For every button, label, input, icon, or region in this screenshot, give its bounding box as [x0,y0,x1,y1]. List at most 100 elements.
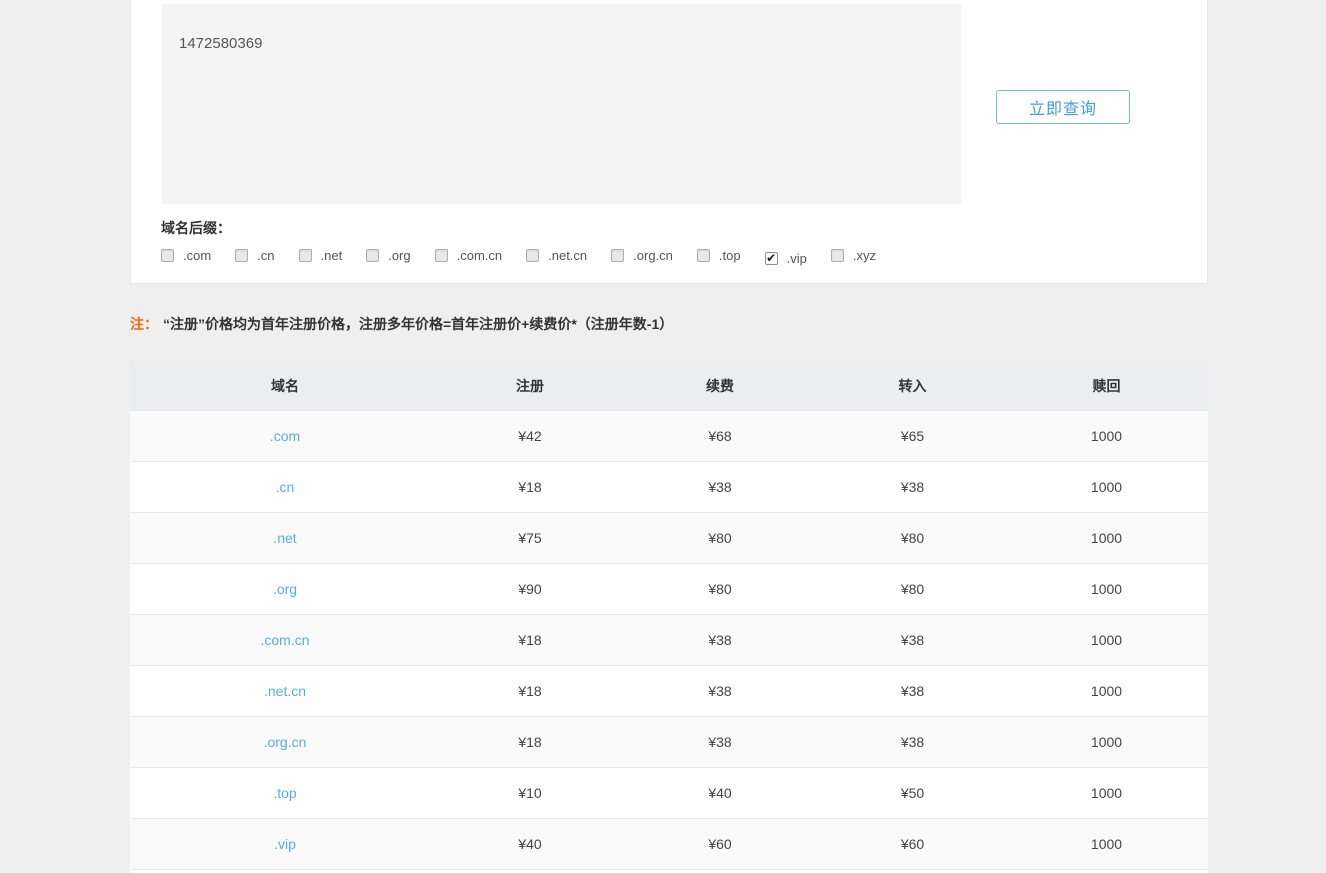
table-row: .com¥42¥68¥651000 [130,411,1208,462]
redeem-price: 1000 [1005,581,1208,597]
page: { "query_panel": { "textarea_value": "14… [0,0,1326,873]
redeem-price: 1000 [1005,428,1208,444]
domain-link[interactable]: .org.cn [130,734,440,750]
domain-link[interactable]: .top [130,785,440,801]
column-header: 转入 [820,376,1005,396]
suffix-checkbox-label: .vip [787,251,807,266]
suffix-checkbox-label: .top [719,248,741,263]
suffix-checkbox-label: .net [321,248,343,263]
table-row: .net.cn¥18¥38¥381000 [130,666,1208,717]
transfer-price: ¥60 [820,836,1005,852]
suffix-checkbox-top[interactable]: .top [697,248,741,263]
suffix-checkbox-vip[interactable]: ✔ .vip [765,251,807,266]
domain-link[interactable]: .net.cn [130,683,440,699]
register-price: ¥18 [440,632,620,648]
domain-link[interactable]: .net [130,530,440,546]
register-price: ¥40 [440,836,620,852]
renew-price: ¥40 [620,785,820,801]
column-header: 域名 [130,376,440,396]
price-table-header-row: 域名注册续费转入赎回 [130,361,1208,411]
redeem-price: 1000 [1005,683,1208,699]
suffix-checkbox-cn[interactable]: .cn [235,248,274,263]
table-row: .org.cn¥18¥38¥381000 [130,717,1208,768]
renew-price: ¥60 [620,836,820,852]
checkbox-icon[interactable] [161,249,174,262]
redeem-price: 1000 [1005,479,1208,495]
table-row: .top¥10¥40¥501000 [130,768,1208,819]
renew-price: ¥80 [620,530,820,546]
domain-link[interactable]: .com.cn [130,632,440,648]
checkbox-icon[interactable] [611,249,624,262]
suffix-checkbox-org[interactable]: .org [366,248,410,263]
transfer-price: ¥80 [820,581,1005,597]
suffix-checkbox-label: .com [183,248,211,263]
query-now-button[interactable]: 立即查询 [996,90,1130,124]
register-price: ¥75 [440,530,620,546]
redeem-price: 1000 [1005,785,1208,801]
suffix-checkbox-label: .org [388,248,410,263]
table-row: .com.cn¥18¥38¥381000 [130,615,1208,666]
suffix-checkbox-xyz[interactable]: .xyz [831,248,876,263]
table-row: .cn¥18¥38¥381000 [130,462,1208,513]
checkbox-icon[interactable] [435,249,448,262]
transfer-price: ¥65 [820,428,1005,444]
transfer-price: ¥38 [820,734,1005,750]
domain-query-textarea[interactable]: 1472580369 [161,4,961,204]
table-row: .net¥75¥80¥801000 [130,513,1208,564]
checkbox-icon[interactable] [235,249,248,262]
suffix-checkbox-label: .org.cn [633,248,673,263]
checkbox-icon[interactable] [526,249,539,262]
domain-link[interactable]: .com [130,428,440,444]
suffix-checkbox-net[interactable]: .net [299,248,343,263]
table-row: .vip¥40¥60¥601000 [130,819,1208,870]
renew-price: ¥80 [620,581,820,597]
renew-price: ¥38 [620,734,820,750]
transfer-price: ¥50 [820,785,1005,801]
register-price: ¥42 [440,428,620,444]
register-price: ¥18 [440,734,620,750]
suffix-checkbox-org.cn[interactable]: .org.cn [611,248,673,263]
transfer-price: ¥38 [820,632,1005,648]
checkbox-icon[interactable] [697,249,710,262]
table-row: .org¥90¥80¥801000 [130,564,1208,615]
domain-link[interactable]: .org [130,581,440,597]
domain-suffix-checkbox-row: .com.cn.net.org.com.cn.net.cn.org.cn.top… [161,248,900,267]
renew-price: ¥38 [620,479,820,495]
redeem-price: 1000 [1005,530,1208,546]
suffix-checkbox-net.cn[interactable]: .net.cn [526,248,587,263]
renew-price: ¥38 [620,632,820,648]
transfer-price: ¥38 [820,479,1005,495]
domain-link[interactable]: .cn [130,479,440,495]
note-prefix: 注： [130,316,158,332]
register-price: ¥18 [440,683,620,699]
renew-price: ¥38 [620,683,820,699]
register-price: ¥90 [440,581,620,597]
redeem-price: 1000 [1005,836,1208,852]
transfer-price: ¥38 [820,683,1005,699]
suffix-checkbox-label: .com.cn [457,248,503,263]
transfer-price: ¥80 [820,530,1005,546]
column-header: 注册 [440,376,620,396]
suffix-checkbox-com.cn[interactable]: .com.cn [435,248,503,263]
pricing-note: 注： “注册”价格均为首年注册价格，注册多年价格=首年注册价+续费价*（注册年数-… [130,314,673,334]
column-header: 续费 [620,376,820,396]
register-price: ¥10 [440,785,620,801]
redeem-price: 1000 [1005,632,1208,648]
checkbox-checked-icon[interactable]: ✔ [765,252,778,265]
checkbox-icon[interactable] [831,249,844,262]
register-price: ¥18 [440,479,620,495]
suffix-checkbox-label: .net.cn [548,248,587,263]
price-table: 域名注册续费转入赎回 .com¥42¥68¥651000.cn¥18¥38¥38… [130,361,1208,873]
domain-link[interactable]: .vip [130,836,440,852]
renew-price: ¥68 [620,428,820,444]
domain-suffix-label: 域名后缀： [161,218,231,238]
suffix-checkbox-label: .cn [257,248,274,263]
column-header: 赎回 [1005,376,1208,396]
suffix-checkbox-label: .xyz [853,248,876,263]
suffix-checkbox-com[interactable]: .com [161,248,211,263]
price-table-body: .com¥42¥68¥651000.cn¥18¥38¥381000.net¥75… [130,411,1208,870]
note-text: “注册”价格均为首年注册价格，注册多年价格=首年注册价+续费价*（注册年数-1） [163,316,673,332]
checkbox-icon[interactable] [366,249,379,262]
redeem-price: 1000 [1005,734,1208,750]
checkbox-icon[interactable] [299,249,312,262]
